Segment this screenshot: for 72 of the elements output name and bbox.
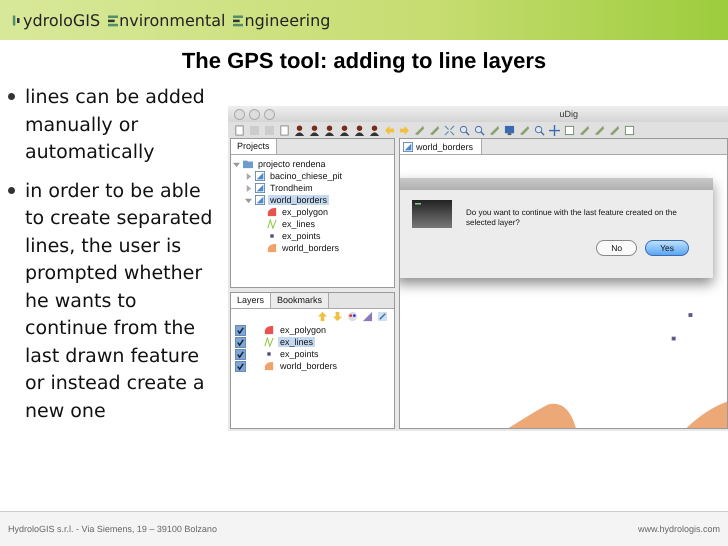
collapsed-arrow-icon[interactable]	[245, 172, 252, 180]
zoom-in-icon[interactable]	[534, 124, 545, 136]
figure-icon[interactable]	[369, 124, 380, 136]
logo-mark-icon	[12, 14, 22, 26]
new-file-icon[interactable]	[234, 124, 245, 136]
tree-item[interactable]: ex_polygon	[280, 207, 330, 217]
map-icon	[255, 195, 265, 205]
figure-icon[interactable]	[354, 124, 365, 136]
panel-tab[interactable]: Projects	[231, 139, 277, 154]
layer-checkbox[interactable]	[235, 324, 246, 336]
zoom-in-icon[interactable]	[459, 124, 470, 136]
zoom-out-icon[interactable]	[474, 124, 485, 136]
bullet-icon	[8, 186, 15, 194]
window-control-icon[interactable]	[264, 108, 275, 120]
bullet-text: lines can be added manually or automatically	[25, 85, 206, 165]
panel-tab[interactable]: Layers	[231, 293, 272, 308]
layer-item[interactable]: ex_points	[278, 349, 321, 359]
point-marker	[672, 336, 676, 340]
collapsed-arrow-icon[interactable]	[245, 184, 252, 192]
logo-text: nvironmental	[119, 10, 226, 30]
layer-item[interactable]: ex_lines	[278, 337, 316, 347]
layer-checkbox[interactable]	[235, 336, 246, 348]
logo-mark-icon	[233, 14, 244, 26]
footer-address: HydroloGIS s.r.l. - Via Siemens, 19 – 39100 Bolzano	[8, 524, 217, 534]
figure-icon[interactable]	[339, 124, 350, 136]
triangle-icon[interactable]	[362, 311, 373, 322]
panel-tab[interactable]: Bookmarks	[271, 293, 330, 308]
document-icon[interactable]	[279, 124, 290, 136]
layer-checkbox[interactable]	[235, 348, 246, 360]
tree-item[interactable]: world_borders	[280, 243, 342, 253]
tree-item[interactable]: ex_lines	[280, 219, 318, 229]
tree-item[interactable]: Trondheim	[268, 183, 315, 193]
logo-mark-icon	[108, 14, 118, 26]
layer-item[interactable]: world_borders	[278, 361, 340, 371]
map-icon	[403, 142, 413, 152]
figure-icon[interactable]	[309, 124, 320, 136]
app-thumbnail-icon	[412, 200, 452, 228]
move-icon[interactable]	[549, 124, 560, 136]
expanded-arrow-icon[interactable]	[245, 196, 252, 204]
square-icon[interactable]	[624, 124, 635, 136]
land-shape	[508, 404, 576, 428]
expanded-arrow-icon[interactable]	[233, 160, 240, 168]
editor-tab[interactable]: world_borders	[400, 139, 482, 154]
dialog-button[interactable]: No	[596, 240, 638, 256]
window-control-icon[interactable]	[249, 108, 260, 120]
figure-icon[interactable]	[324, 124, 335, 136]
palette-icon[interactable]	[347, 311, 358, 322]
tree-item[interactable]: world_borders	[268, 195, 330, 205]
dialog-message: Do you want to continue with the last feature created on the selected layer?	[466, 208, 678, 228]
folder-icon	[243, 159, 253, 169]
square-icon[interactable]	[564, 124, 575, 136]
layer-checkbox[interactable]	[235, 360, 246, 372]
figure-icon[interactable]	[294, 124, 305, 136]
land-shape	[686, 402, 727, 428]
map-icon	[255, 183, 265, 193]
bullet-text: in order to be able to create separated lines, the user is prompted whether he wants to continue from the last drawn feature or instead create a new one	[25, 178, 214, 424]
point-marker	[688, 313, 692, 317]
expand-icon[interactable]	[444, 124, 455, 136]
window-control-icon[interactable]	[234, 108, 245, 120]
map-icon	[255, 171, 265, 181]
footer-website: www.hydrologis.com	[638, 524, 720, 534]
tree-item[interactable]: bacino_chiese_pit	[268, 171, 344, 181]
slide-title: The GPS tool: adding to line layers	[180, 47, 548, 75]
tree-item[interactable]: ex_points	[280, 231, 323, 241]
tree-item[interactable]: projecto rendena	[256, 159, 328, 169]
logo-text: ngineering	[244, 10, 330, 30]
window-title: uDig	[559, 109, 578, 119]
logo-text: ydroloGIS	[23, 10, 100, 30]
layer-item[interactable]: ex_polygon	[278, 325, 328, 335]
monitor-icon[interactable]	[504, 124, 515, 136]
dialog-button[interactable]: Yes	[645, 240, 689, 256]
bullet-icon	[8, 93, 15, 100]
